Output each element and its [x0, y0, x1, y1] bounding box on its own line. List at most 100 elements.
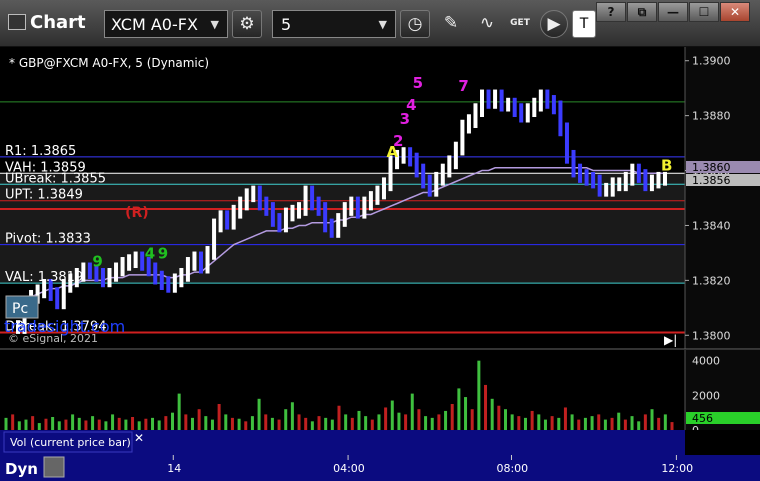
price-bar — [244, 188, 249, 211]
scroll-right-icon[interactable]: ▶| — [664, 333, 677, 347]
volume-bar — [297, 414, 301, 430]
price-bar — [277, 213, 282, 233]
volume-bar — [377, 414, 381, 430]
volume-bar — [563, 407, 567, 430]
price-bar — [408, 147, 413, 167]
volume-bar — [151, 417, 155, 430]
volume-bar — [37, 423, 41, 430]
volume-bar — [650, 409, 654, 430]
volume-bar — [277, 419, 281, 430]
volume-bar — [131, 417, 135, 430]
volume-bar — [244, 421, 248, 430]
price-bar — [493, 89, 498, 109]
price-bar — [140, 251, 145, 271]
price-bar — [643, 169, 648, 192]
volume-bar — [530, 410, 534, 430]
price-bar — [453, 141, 458, 170]
price-bar — [591, 171, 596, 189]
price-bar — [316, 196, 321, 216]
volume-bar — [610, 417, 614, 430]
volume-bar — [317, 416, 321, 430]
volume-bar — [324, 417, 328, 430]
volume-bar — [543, 419, 547, 430]
annotation-marker: 4 — [145, 244, 155, 262]
volume-bar — [264, 414, 268, 430]
volume-bar — [164, 416, 168, 430]
price-bar — [368, 191, 373, 211]
link-icon[interactable] — [43, 456, 65, 478]
price-bar — [460, 119, 465, 156]
price-bar — [414, 152, 419, 178]
time-tick-label: 04:00 — [333, 462, 365, 475]
volume-bar — [630, 416, 634, 430]
volume-bar — [177, 393, 181, 430]
volume-bar — [57, 421, 61, 430]
annotation-marker: 5 — [413, 74, 423, 92]
price-bar — [421, 163, 426, 189]
volume-bar — [364, 416, 368, 430]
price-bar — [604, 182, 609, 197]
price-bar — [623, 171, 628, 192]
volume-bar — [157, 420, 161, 430]
price-axis[interactable] — [685, 47, 760, 349]
level-label-val: VAL: 1.3819 — [5, 270, 83, 285]
price-bar — [532, 97, 537, 118]
price-bar — [375, 185, 380, 205]
volume-bar — [410, 393, 414, 430]
volume-bar — [210, 419, 214, 430]
volume-bar — [197, 409, 201, 430]
volume-bar — [537, 414, 541, 430]
price-bar — [342, 202, 347, 227]
volume-bar — [404, 414, 408, 430]
volume-bar — [284, 409, 288, 430]
price-bar — [506, 97, 511, 112]
volume-bar — [304, 417, 308, 430]
price-bar — [610, 177, 615, 197]
volume-bar — [44, 418, 48, 430]
price-bar — [270, 202, 275, 227]
axis-corner — [685, 430, 760, 455]
volume-panel — [0, 350, 685, 430]
volume-bar — [617, 412, 621, 430]
price-bar — [447, 155, 452, 178]
close-study-icon[interactable]: ✕ — [134, 431, 144, 445]
volume-bar — [470, 409, 474, 430]
volume-bar — [357, 410, 361, 430]
price-bar — [440, 163, 445, 186]
time-tick-label: 08:00 — [496, 462, 528, 475]
price-bar — [480, 89, 485, 118]
volume-tick-label: 4000 — [692, 355, 720, 368]
volume-bar — [290, 402, 294, 430]
time-tick-label: 14 — [167, 462, 181, 475]
current-price-label: 1.3856 — [692, 174, 731, 187]
price-bar — [617, 177, 622, 192]
price-bar — [329, 218, 334, 238]
price-bar — [499, 89, 504, 112]
volume-bar — [523, 417, 527, 430]
price-bar — [231, 204, 236, 230]
volume-bar — [430, 417, 434, 430]
volume-bar — [670, 422, 674, 430]
volume-bar — [657, 417, 661, 430]
price-bar — [434, 171, 439, 197]
price-bar — [172, 273, 177, 293]
price-tick-label: 1.3880 — [692, 110, 731, 123]
volume-bar — [577, 419, 581, 430]
price-bar — [427, 174, 432, 197]
volume-bar — [171, 412, 174, 430]
volume-bar — [217, 404, 221, 430]
price-bar — [355, 196, 360, 219]
volume-bar — [51, 417, 55, 430]
volume-bar — [550, 416, 554, 430]
volume-bar — [497, 405, 501, 430]
volume-bar — [517, 416, 521, 430]
volume-bar — [437, 414, 441, 430]
price-bar — [466, 114, 471, 134]
volume-bar — [597, 414, 601, 430]
price-bar — [218, 210, 223, 233]
price-bar — [336, 213, 341, 238]
price-bar — [87, 262, 92, 279]
price-bar — [225, 210, 230, 230]
price-chart[interactable]: 5432A7B(R)4 99 R1: 1.3865VAH: 1.3859UBrea… — [0, 0, 760, 481]
price-bar — [486, 89, 491, 109]
